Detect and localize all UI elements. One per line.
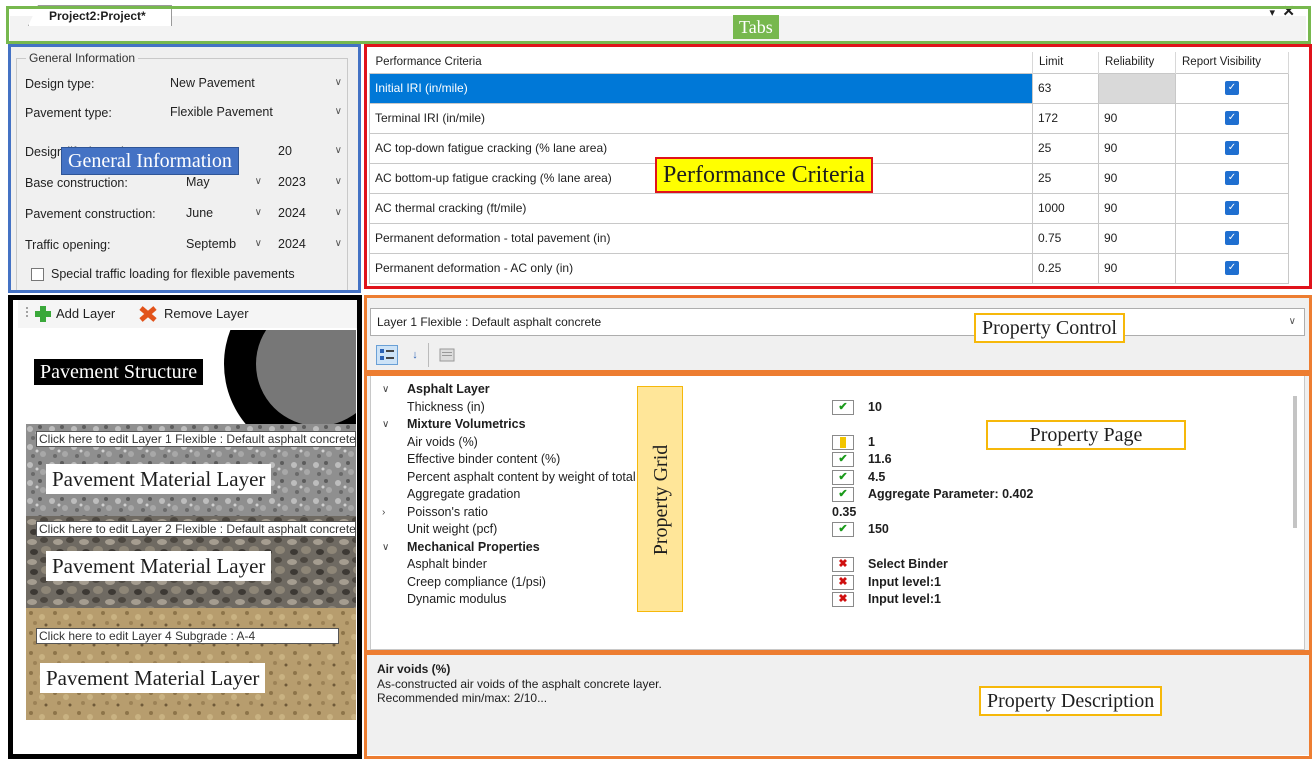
property-page-region-box [364,373,1312,653]
material-layer-annotation: Pavement Material Layer [46,464,272,494]
property-grid-annotation-box: Property Grid [637,386,683,612]
property-description-annotation: Property Description [979,686,1163,716]
pavement-structure-annotation: Pavement Structure [34,359,204,385]
property-page-annotation: Property Page [986,420,1186,450]
performance-criteria-annotation: Performance Criteria [655,157,873,193]
tabs-region-box [6,6,1311,44]
property-description-region-box [364,652,1312,759]
property-grid-annotation: Property Grid [650,444,672,556]
tabs-annotation: Tabs [733,15,779,39]
property-control-region-box [364,295,1312,373]
material-layer-annotation: Pavement Material Layer [46,551,272,581]
general-information-annotation: General Information [61,147,239,175]
material-layer-annotation: Pavement Material Layer [40,663,266,693]
property-control-annotation: Property Control [974,313,1125,343]
